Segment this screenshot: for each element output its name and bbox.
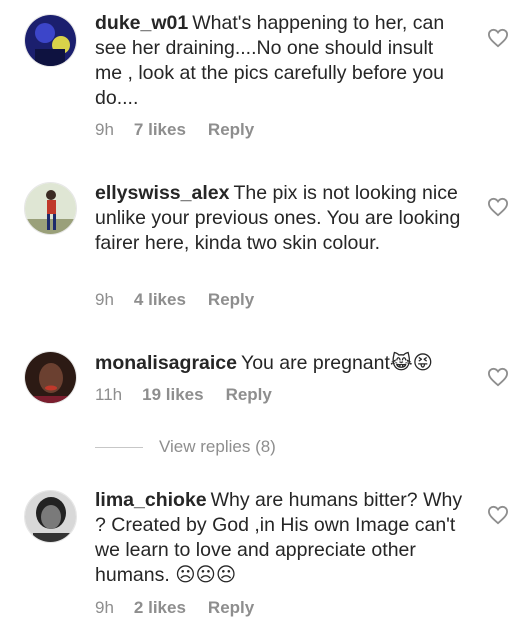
likes-link[interactable]: 2 likes xyxy=(134,598,186,617)
heart-icon[interactable] xyxy=(487,197,509,217)
avatar[interactable] xyxy=(24,351,77,404)
timestamp: 9h xyxy=(95,120,114,139)
username[interactable]: lima_chioke xyxy=(95,489,207,511)
avatar[interactable] xyxy=(24,14,77,67)
likes-link[interactable]: 7 likes xyxy=(134,120,186,139)
avatar[interactable] xyxy=(24,490,77,543)
reply-button[interactable]: Reply xyxy=(208,598,254,617)
likes-link[interactable]: 19 likes xyxy=(142,385,203,404)
heart-icon[interactable] xyxy=(487,505,509,525)
timestamp: 9h xyxy=(95,290,114,309)
timestamp: 11h xyxy=(95,385,123,404)
username[interactable]: ellyswiss_alex xyxy=(95,182,229,204)
username[interactable]: monalisagraice xyxy=(95,352,237,374)
heart-icon[interactable] xyxy=(487,28,509,48)
divider xyxy=(95,446,143,448)
reply-button[interactable]: Reply xyxy=(208,120,254,139)
reply-button[interactable]: Reply xyxy=(208,290,254,309)
avatar[interactable] xyxy=(24,182,77,235)
view-replies-button[interactable]: View replies (8) xyxy=(95,437,276,457)
username[interactable]: duke_w01 xyxy=(95,12,188,34)
heart-icon[interactable] xyxy=(487,367,509,387)
likes-link[interactable]: 4 likes xyxy=(134,290,186,309)
timestamp: 9h xyxy=(95,598,114,617)
comment-text: You are pregnant😹😝 xyxy=(240,352,434,374)
reply-button[interactable]: Reply xyxy=(226,385,272,404)
view-replies-label: View replies (8) xyxy=(159,437,276,456)
